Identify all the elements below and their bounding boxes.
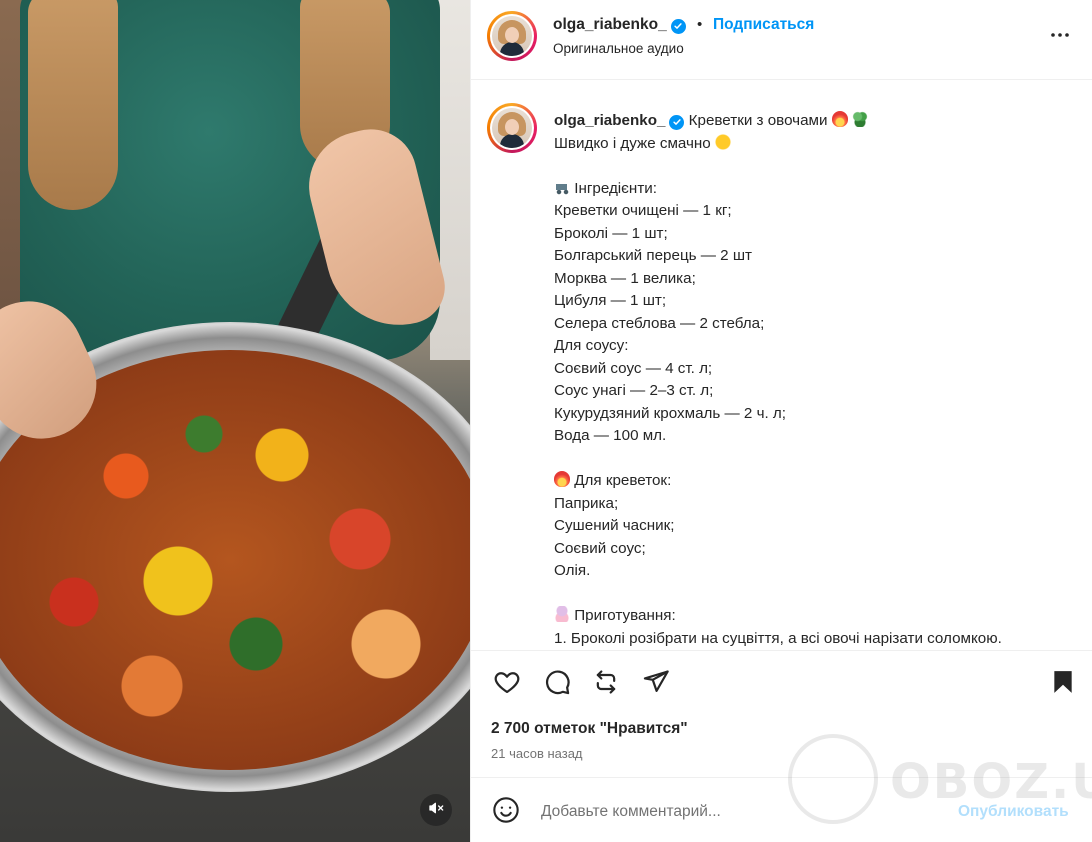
caption-subtitle: Швидко і дуже смачно [554,134,711,152]
likes-count[interactable]: 2 700 отметок "Нравится" [491,720,688,738]
bookmark-icon [1050,669,1076,700]
post-timestamp: 21 часов назад [491,746,583,761]
original-audio-link[interactable]: Оригинальное аудио [553,41,684,56]
post-video[interactable] [0,0,470,842]
like-button[interactable] [490,667,524,701]
mute-toggle-button[interactable] [420,794,452,826]
more-options-button[interactable] [1045,22,1075,52]
shrimp-line: Сушений часник; [554,517,675,534]
post-details-panel: olga_riabenko_ • Подписаться Оригинально… [470,0,1092,842]
cook-emoji-icon [554,606,570,622]
author-avatar[interactable] [487,11,537,61]
comment-input[interactable] [541,799,921,825]
follow-button[interactable]: Подписаться [713,16,814,34]
ingredient-line: Броколі — 1 шт; [554,224,668,242]
ingredient-line: Соєвий соус — 4 ст. л; [554,359,713,377]
ingredient-line: Цибуля — 1 шт; [554,292,667,309]
separator-dot: • [697,16,703,33]
author-username-link[interactable]: olga_riabenko_ [553,16,686,34]
share-button[interactable] [639,667,673,701]
caption-author-avatar[interactable] [487,103,537,153]
post-actions: 2 700 отметок "Нравится" 21 часов назад [471,650,1092,778]
ingredient-line: Кукурудзяний крохмаль — 2 ч. л; [554,404,787,422]
ingredient-line: Креветки очищені — 1 кг; [554,202,732,219]
shopping-cart-emoji-icon [554,178,570,195]
broccoli-emoji-icon [851,111,868,127]
emoji-picker-button[interactable] [490,796,522,828]
verified-badge-icon [669,114,685,130]
ok-hand-emoji-icon [715,133,731,150]
cooking-heading: Приготування: [574,607,676,624]
caption-username: olga_riabenko_ [554,112,666,129]
comment-icon [543,668,571,701]
share-icon [642,668,670,701]
emoji-icon [492,796,520,829]
caption-username-link[interactable]: olga_riabenko_ [554,112,685,130]
cooking-step: 1. Броколі розібрати на суцвіття, а всі … [554,629,1002,647]
shrimp-line: Паприка; [554,494,619,512]
comment-button[interactable] [540,667,574,701]
shrimp-line: Олія. [554,562,591,579]
person-hair [28,0,118,210]
ingredients-heading: Інгредієнти: [574,179,657,197]
fire-emoji-icon [831,111,848,127]
post-header: olga_riabenko_ • Подписаться Оригинально… [471,0,1092,80]
repost-icon [592,668,620,701]
ingredient-line: Морква — 1 велика; [554,269,696,287]
post-caption: olga_riabenko_ Креветки з овочами Швидко… [554,110,1084,649]
ingredient-line: Вода — 100 мл. [554,427,667,444]
ingredient-line: Болгарський перець — 2 шт [554,247,752,264]
repost-button[interactable] [589,667,623,701]
muted-speaker-icon [428,800,444,821]
more-options-icon [1048,23,1072,52]
publish-button[interactable]: Опубликовать [958,803,1069,821]
ingredient-line: Соус унагі — 2–3 ст. л; [554,382,714,399]
caption-title: Креветки з овочами [688,112,828,129]
ingredient-line: Селера стеблова — 2 стебла; [554,314,765,332]
username-text: olga_riabenko_ [553,16,667,33]
save-button[interactable] [1046,667,1080,701]
shrimp-heading: Для креветок: [574,472,672,489]
caption-area: olga_riabenko_ Креветки з овочами Швидко… [471,81,1092,649]
ingredient-line: Для соусу: [554,337,629,354]
heart-icon [493,668,521,701]
verified-badge-icon [670,18,686,34]
shrimp-line: Соєвий соус; [554,539,646,557]
comment-bar: Опубликовать [471,779,1092,842]
fire-emoji-icon [554,471,570,487]
